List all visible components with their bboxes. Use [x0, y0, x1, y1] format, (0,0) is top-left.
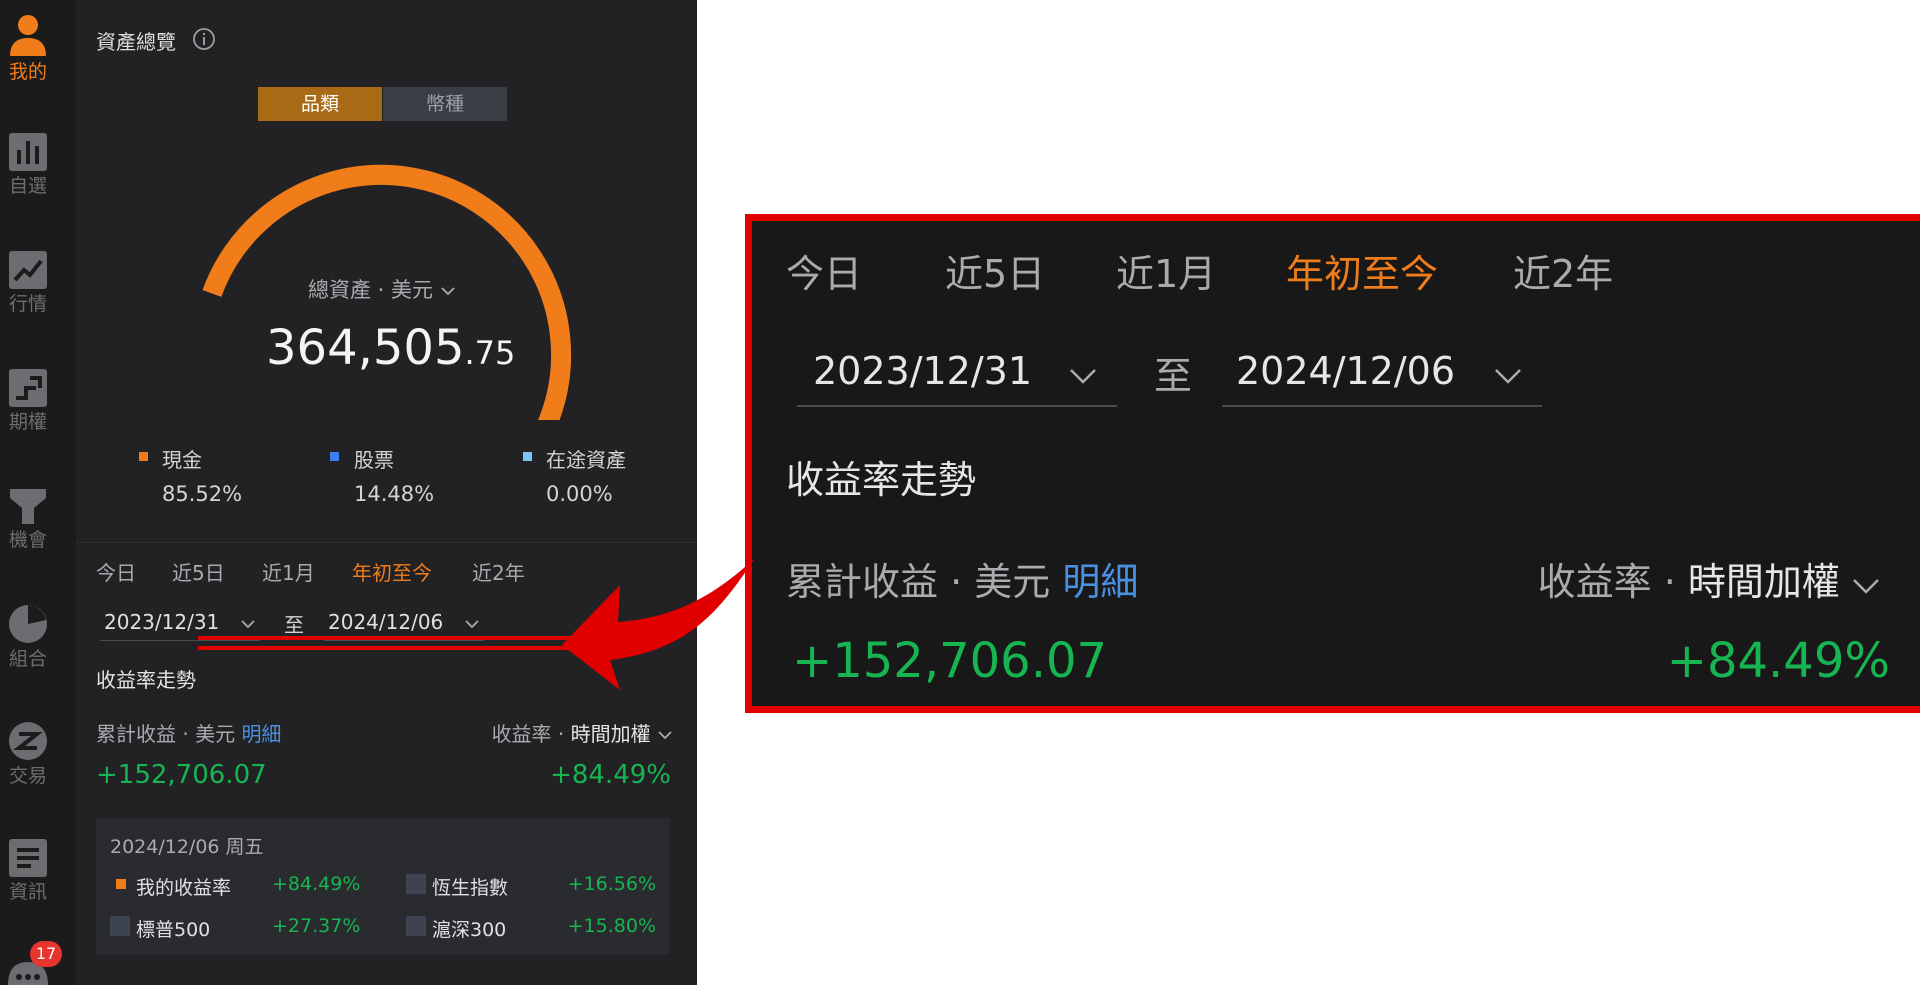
callout-arrow [562, 558, 755, 690]
callout-arrow-overlay [198, 558, 755, 690]
screenshot-stage: 我的 自選 行情 期權 機會 組合 交易 資訊 17 資產總覽 品類 幣種 總資… [0, 0, 1920, 985]
